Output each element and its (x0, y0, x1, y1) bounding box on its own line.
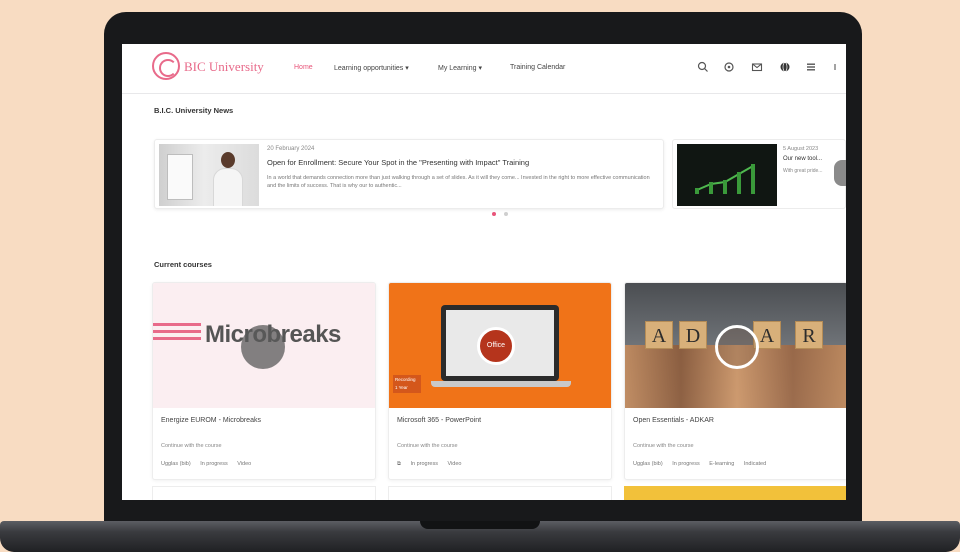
course-image: Microbreaks (153, 283, 375, 408)
nav-training-calendar[interactable]: Training Calendar (510, 64, 565, 71)
carousel-next-button[interactable] (834, 160, 846, 186)
nav-my-learning[interactable]: My Learning ▾ (438, 64, 482, 72)
course-provider: Ugglas (bib) (161, 461, 191, 467)
apps-icon[interactable] (804, 60, 818, 74)
course-card[interactable]: Office Recording 1 Year Microsoft 365 - … (388, 282, 612, 480)
course-continue-link[interactable]: Continue with the course (397, 443, 458, 449)
news-card[interactable]: 20 February 2024 Open for Enrollment: Se… (154, 139, 664, 209)
globe-icon[interactable] (778, 60, 792, 74)
decorative-stripes (153, 323, 201, 344)
course-card-partial[interactable] (152, 486, 376, 500)
course-continue-link[interactable]: Continue with the course (161, 443, 222, 449)
nav-home[interactable]: Home (294, 64, 313, 71)
recording-tag: Recording 1 Year (393, 375, 421, 393)
course-card-partial[interactable] (624, 486, 846, 500)
course-image: A D A R (625, 283, 846, 408)
news-title[interactable]: Open for Enrollment: Secure Your Spot in… (267, 158, 529, 167)
course-continue-link[interactable]: Continue with the course (633, 443, 694, 449)
course-title[interactable]: Microsoft 365 - PowerPoint (397, 417, 481, 424)
course-meta: ⧉ In progress Video (397, 461, 469, 468)
news-title[interactable]: Our new tool... (783, 156, 822, 162)
whiteboard-shape (167, 154, 193, 200)
letter-block: A (645, 321, 673, 349)
brand-name[interactable]: BIC University (184, 59, 264, 75)
course-format: Video (237, 461, 252, 467)
news-thumbnail-image (677, 144, 777, 206)
search-icon[interactable] (696, 60, 710, 74)
course-card-partial[interactable] (388, 486, 612, 500)
course-status: In progress (410, 461, 438, 467)
course-image: Office Recording 1 Year (389, 283, 611, 408)
course-provider: Ugglas (bib) (633, 461, 663, 467)
nav-learning-opportunities[interactable]: Learning opportunities ▾ (334, 64, 409, 72)
carousel-dot-active[interactable] (492, 212, 496, 216)
news-date: 5 August 2023 (783, 146, 819, 152)
browser-screen: BIC University Home Learning opportuniti… (122, 44, 846, 500)
powerpoint-logo-icon[interactable]: Office (477, 327, 515, 365)
course-format: Video (447, 461, 462, 467)
course-status: In progress (200, 461, 228, 467)
course-card[interactable]: A D A R Open Essentials - ADKAR Continue… (624, 282, 846, 480)
gear-icon[interactable] (722, 60, 736, 74)
carousel-dots (490, 212, 514, 218)
news-excerpt: In a world that demands connection more … (267, 175, 650, 189)
letter-block: R (795, 321, 823, 349)
growth-chart-icon (695, 164, 755, 194)
news-card[interactable]: 5 August 2023 Our new tool... With great… (672, 139, 846, 209)
top-navbar: BIC University Home Learning opportuniti… (122, 44, 846, 94)
course-meta: Ugglas (bib) In progress E-learning Indi… (633, 461, 774, 467)
courses-section-title: Current courses (154, 260, 212, 269)
news-section-title: B.I.C. University News (154, 106, 234, 115)
laptop-notch (420, 521, 540, 529)
course-title[interactable]: Energize EUROM - Microbreaks (161, 417, 261, 424)
university-logo-icon[interactable] (152, 52, 180, 80)
laptop-illustration-base (431, 381, 571, 387)
news-excerpt: With great pride... (783, 168, 823, 174)
course-title[interactable]: Open Essentials - ADKAR (633, 417, 714, 424)
play-icon[interactable] (715, 325, 759, 369)
mail-icon[interactable] (750, 60, 764, 74)
carousel-dot[interactable] (504, 212, 508, 216)
course-format: E-learning (709, 461, 735, 467)
presenter-head-shape (221, 152, 235, 168)
copy-icon: ⧉ (397, 461, 401, 467)
course-card[interactable]: Microbreaks Energize EUROM - Microbreaks… (152, 282, 376, 480)
presenter-shape (213, 168, 243, 206)
course-status: In progress (672, 461, 700, 467)
more-icon[interactable] (828, 60, 842, 74)
course-meta: Ugglas (bib) In progress Video (161, 461, 259, 467)
course-extra: Indicated (743, 461, 767, 467)
letter-block: D (679, 321, 707, 349)
news-thumbnail-image (159, 144, 259, 206)
news-date: 20 February 2024 (267, 146, 315, 152)
play-icon[interactable] (241, 325, 285, 369)
